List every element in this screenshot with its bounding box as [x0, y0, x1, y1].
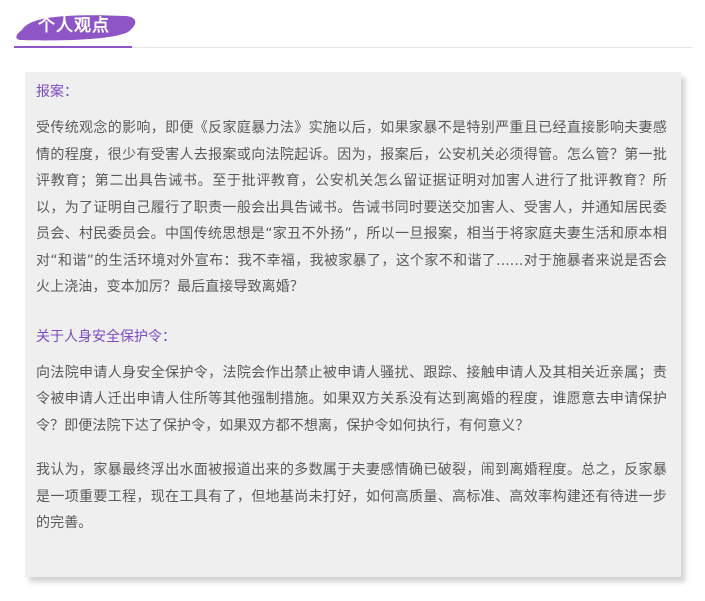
- conclusion-body: 我认为，家暴最终浮出水面被报道出来的多数属于夫妻感情确已破裂，闹到离婚程度。总之…: [36, 462, 667, 531]
- opinion-card: 报案： 受传统观念的影响，即便《反家庭暴力法》实施以后，如果家暴不是特别严重且已…: [25, 72, 681, 577]
- section-header: 个人观点: [14, 12, 692, 48]
- section1-heading: 报案：: [36, 84, 78, 100]
- section-tag-label: 个人观点: [38, 16, 110, 36]
- section1-body: 受传统观念的影响，即便《反家庭暴力法》实施以后，如果家暴不是特别严重且已经直接影…: [36, 120, 667, 295]
- section2-body: 向法院申请人身安全保护令，法院会作出禁止被申请人骚扰、跟踪、接触申请人及其相关近…: [36, 364, 667, 434]
- section-tag: 个人观点: [16, 12, 138, 42]
- header-accent-underline: [14, 46, 132, 48]
- section2-heading: 关于人身安全保护令：: [36, 328, 176, 345]
